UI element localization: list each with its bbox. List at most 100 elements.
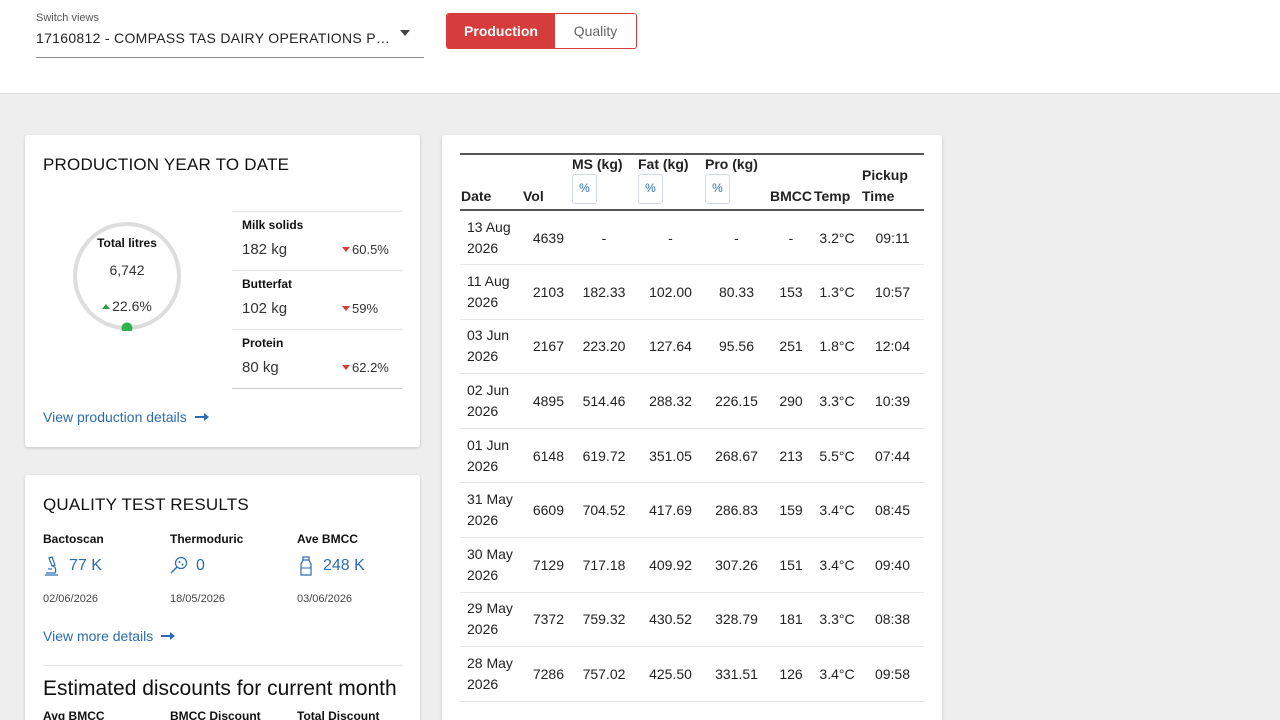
cell-temp: 1.8°C [813,319,861,375]
cell-date: 02 Jun 2026 [460,373,522,429]
cell-date-day: 28 May [467,655,513,672]
stat-protein: Protein 80 kg 62.2% [232,330,402,389]
col-pro: Pro (kg)% [704,154,769,210]
stat-value: 80 kg [242,359,279,376]
cell-ms: 514.46 [571,373,637,429]
table-row: 03 Jun 2026 2167 223.20 127.64 95.56 251 1.8°C 1… [460,319,924,375]
view-more-details-link[interactable]: View more details [43,628,176,644]
cell-ms [571,701,637,720]
stat-milk-solids: Milk solids 182 kg 60.5% [232,212,402,271]
quality-item-value: 248 K [323,557,365,574]
cell-pro: 226.15 [704,373,769,429]
cell-pro: 307.26 [704,537,769,593]
cell-fat: 425.50 [637,646,704,702]
cell-bmcc: 181 [769,592,813,648]
cell-date: 28 May 2026 [460,646,522,702]
production-card: PRODUCTION YEAR TO DATE Total litres 6,7… [25,135,420,447]
arrow-right-icon[interactable] [161,631,176,641]
stat-change-value: 60.5% [352,242,389,257]
tab-quality[interactable]: Quality [555,14,636,48]
switch-views-value[interactable]: 17160812 - COMPASS TAS DAIRY OPERATIONS … [36,30,398,46]
col-temp: Temp [814,188,851,204]
cell-vol: 6609 [522,482,571,539]
cell-date-year: 2026 [467,676,499,693]
cell-temp: 3.3°C [813,592,861,648]
top-bar: Switch views 17160812 - COMPASS TAS DAIR… [0,0,1280,94]
cell-bmcc: 151 [769,537,813,593]
table-row: 28 May 2026 7286 757.02 425.50 331.51 126 3.4°C… [460,646,924,702]
cell-temp: 3.4°C [813,646,861,702]
cell-date: 01 Jun 2026 [460,428,522,484]
cell-bmcc: 126 [769,646,813,702]
quality-item-bactoscan: Bactoscan 77 K 02/06/2026 [43,532,163,605]
cell-date-year: 2026 [467,403,499,420]
gauge-marker [121,322,133,331]
cell-fat: 430.52 [637,592,704,648]
discount-label-total-discount: Total Discount [297,709,380,720]
arrow-down-icon [342,365,350,370]
cell-ms: 717.18 [571,537,637,593]
stat-change-value: 62.2% [352,360,389,375]
cell-date-year: 2026 [467,621,499,638]
cell-fat: 417.69 [637,482,704,539]
cell-date-year: 2026 [467,457,499,474]
cell-temp: 3.3°C [813,373,861,429]
milk-bottle-icon [300,556,312,576]
cell-fat: 102.00 [637,264,704,320]
cell-temp: 3.4°C [813,482,861,539]
production-stats: Milk solids 182 kg 60.5% Butterfat 102 k… [232,211,402,389]
col-ms-label: MS (kg) [572,156,623,172]
view-more-details-label[interactable]: View more details [43,628,153,644]
cell-time: 10:39 [861,373,924,429]
chevron-down-icon[interactable] [400,30,410,36]
stat-label: Protein [242,336,284,350]
cell-ms: 223.20 [571,319,637,375]
cell-pro: 80.33 [704,264,769,320]
arrow-right-icon[interactable] [194,412,209,422]
arrow-down-icon [342,306,350,311]
cell-vol: 2167 [522,319,571,375]
col-vol: Vol [523,188,544,204]
cell-temp: 3.4°C [813,537,861,593]
tab-production[interactable]: Production [447,14,555,48]
cell-date-year: 2026 [467,348,499,365]
quality-item-value: 0 [196,557,205,574]
cell-fat: 409.92 [637,537,704,593]
pickup-table-card: Date Vol MS (kg)% Fat (kg)% Pro (kg)% BM… [442,135,942,720]
cell-time: 08:38 [861,592,924,648]
quality-item-value: 77 K [69,557,102,574]
discount-label-avg-bmcc: Avg BMCC [43,709,105,720]
col-pickup-label: Pickup [862,167,908,183]
quality-item-label: Thermoduric [170,532,244,546]
cell-ms: 757.02 [571,646,637,702]
total-litres-change: 22.6% [72,298,182,314]
view-production-details-link[interactable]: View production details [43,409,209,425]
fat-percent-toggle[interactable]: % [638,174,663,204]
cell-bmcc: 153 [769,264,813,320]
ms-percent-toggle[interactable]: % [572,174,597,204]
cell-bmcc: 159 [769,482,813,539]
bacteria-icon [170,556,188,574]
stat-change: 59% [342,301,378,316]
total-litres-change-value: 22.6% [112,298,152,314]
switch-views-select[interactable]: Switch views 17160812 - COMPASS TAS DAIR… [36,12,424,58]
cell-date-day: 11 Aug [467,272,510,289]
cell-fat: 351.05 [637,428,704,484]
table-row: 01 Jun 2026 6148 619.72 351.05 268.67 213 5.5°C… [460,428,924,484]
cell-time: 08:45 [861,482,924,539]
col-fat-label: Fat (kg) [638,156,689,172]
microscope-icon [45,556,58,576]
col-pickup-time: Pickup Time [861,154,924,210]
view-production-details-label[interactable]: View production details [43,409,187,425]
pro-percent-toggle[interactable]: % [705,174,730,204]
cell-pro: - [704,210,769,266]
cell-bmcc: 251 [769,319,813,375]
cell-bmcc: 290 [769,373,813,429]
cell-vol [522,701,571,720]
cell-ms: 182.33 [571,264,637,320]
quality-item-label: Bactoscan [43,532,104,546]
cell-date: 29 May 2026 [460,592,522,648]
cell-date-day: 13 Aug [467,218,511,235]
cell-vol: 2103 [522,264,571,320]
col-ms: MS (kg)% [571,154,637,210]
